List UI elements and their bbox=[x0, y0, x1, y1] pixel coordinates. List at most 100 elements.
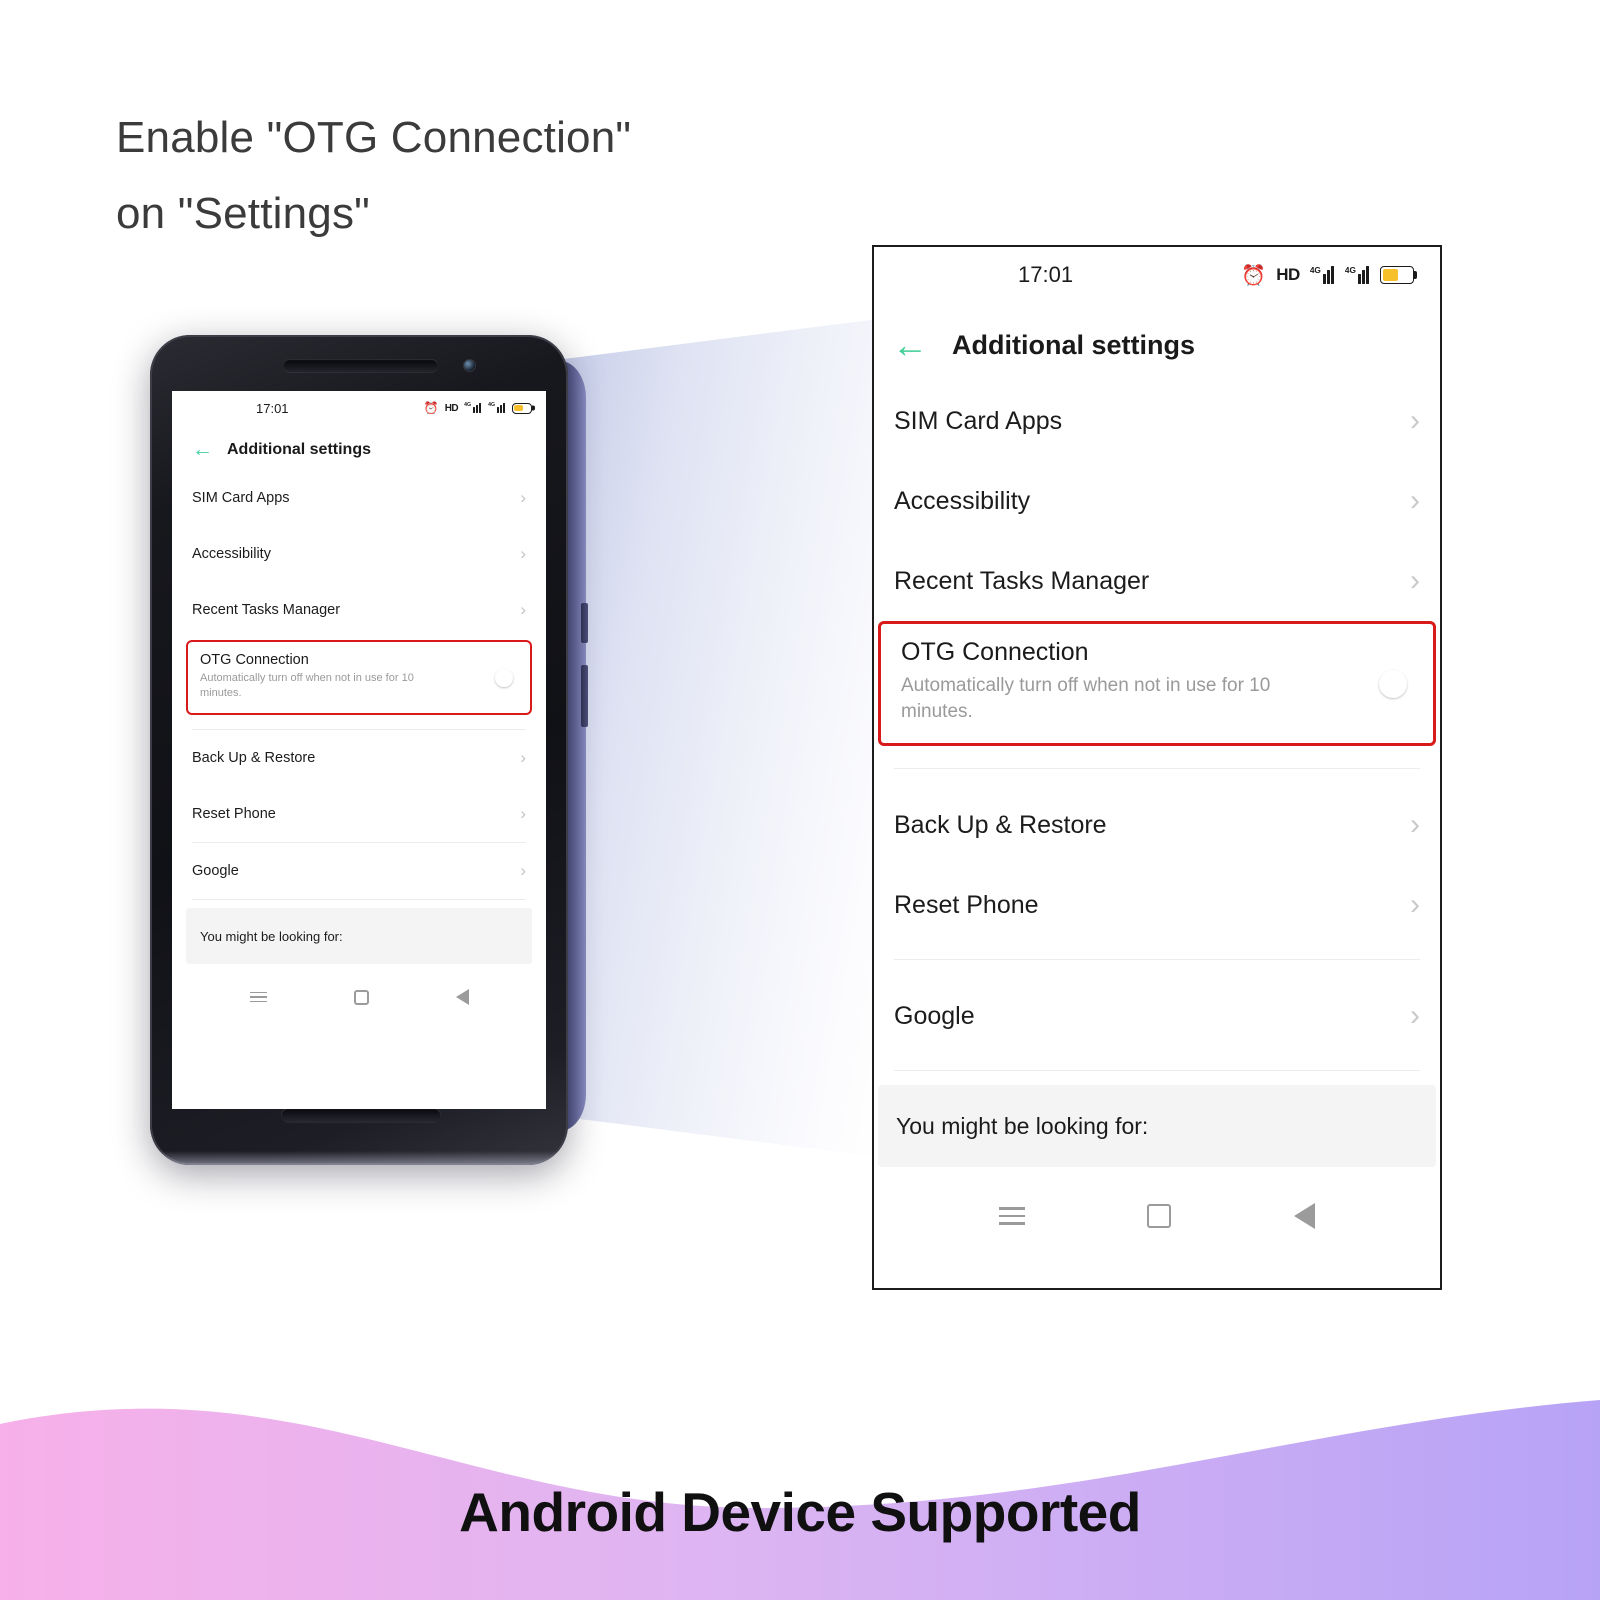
chevron-right-icon: › bbox=[1410, 484, 1420, 517]
list-item-label: Google bbox=[192, 863, 239, 879]
list-item[interactable]: SIM Card Apps › bbox=[874, 381, 1440, 461]
signal-bars-sim1-icon: 4G bbox=[464, 402, 482, 413]
list-item-label: Reset Phone bbox=[192, 806, 276, 822]
page-title-line-2: on "Settings" bbox=[116, 189, 370, 238]
toggle-knob bbox=[495, 668, 513, 687]
list-item[interactable]: Recent Tasks Manager › bbox=[172, 582, 546, 638]
suggestions-banner: You might be looking for: bbox=[186, 908, 532, 964]
signal-sim2-net-label: 4G bbox=[1344, 265, 1356, 275]
list-item[interactable]: Back Up & Restore › bbox=[172, 730, 546, 786]
home-square-icon[interactable] bbox=[353, 989, 369, 1005]
earpiece-speaker-icon bbox=[283, 359, 438, 372]
alarm-clock-icon: ⏰ bbox=[423, 401, 439, 415]
list-item-label: Back Up & Restore bbox=[192, 750, 316, 766]
list-item[interactable]: Reset Phone › bbox=[172, 786, 546, 842]
home-square-icon[interactable] bbox=[1147, 1204, 1172, 1228]
back-arrow-icon[interactable]: ← bbox=[192, 439, 213, 460]
list-item-label: Accessibility bbox=[894, 486, 1031, 515]
hd-volte-icon: HD bbox=[1276, 265, 1300, 284]
recents-menu-icon[interactable] bbox=[249, 989, 267, 1006]
system-navigation-bar bbox=[172, 974, 546, 1020]
list-item[interactable]: Recent Tasks Manager › bbox=[874, 541, 1440, 621]
list-item-label: Recent Tasks Manager bbox=[192, 602, 341, 618]
list-item[interactable]: Reset Phone › bbox=[874, 865, 1440, 945]
list-item-label: Google bbox=[894, 1001, 975, 1030]
list-item[interactable]: Google › bbox=[874, 976, 1440, 1056]
otg-highlight-wrapper: OTG Connection Automatically turn off wh… bbox=[874, 621, 1440, 746]
chevron-right-icon: › bbox=[520, 804, 526, 823]
status-bar-icons: ⏰ HD 4G 4G bbox=[424, 401, 532, 415]
list-item-label: Back Up & Restore bbox=[894, 810, 1107, 839]
zoomed-settings-panel: 17:01 ⏰ HD 4G 4G ← Additional settings S… bbox=[872, 245, 1442, 1290]
poster-canvas: Enable "OTG Connection" on "Settings" 17… bbox=[0, 0, 1600, 1600]
list-item-label: Reset Phone bbox=[894, 890, 1039, 919]
list-item-label: SIM Card Apps bbox=[192, 490, 290, 506]
volume-button[interactable] bbox=[581, 665, 588, 727]
otg-title: OTG Connection bbox=[901, 638, 1089, 666]
section-divider bbox=[894, 959, 1420, 960]
screen-title: Additional settings bbox=[952, 329, 1195, 360]
bottom-speaker-icon bbox=[281, 1108, 441, 1123]
otg-subtitle: Automatically turn off when not in use f… bbox=[200, 672, 414, 699]
hd-volte-icon: HD bbox=[444, 402, 459, 414]
chevron-right-icon: › bbox=[1410, 808, 1420, 841]
list-item[interactable]: Accessibility › bbox=[874, 461, 1440, 541]
suggestions-banner: You might be looking for: bbox=[878, 1085, 1436, 1167]
back-triangle-icon[interactable] bbox=[1293, 1203, 1315, 1229]
section-divider bbox=[192, 899, 526, 900]
status-bar: 17:01 ⏰ HD 4G 4G bbox=[172, 391, 546, 425]
toggle-knob bbox=[1379, 669, 1407, 698]
phone-top-bezel bbox=[150, 335, 568, 391]
otg-subtitle: Automatically turn off when not in use f… bbox=[901, 675, 1271, 722]
list-item[interactable]: SIM Card Apps › bbox=[172, 470, 546, 526]
chevron-right-icon: › bbox=[1410, 404, 1420, 437]
signal-sim2-net-label: 4G bbox=[488, 402, 495, 408]
list-item[interactable]: Back Up & Restore › bbox=[874, 785, 1440, 865]
back-arrow-icon[interactable]: ← bbox=[892, 327, 928, 363]
back-triangle-icon[interactable] bbox=[455, 989, 469, 1005]
list-item-label: SIM Card Apps bbox=[894, 406, 1063, 435]
signal-bars-sim2-icon: 4G bbox=[488, 402, 506, 413]
screen-title: Additional settings bbox=[227, 440, 371, 458]
list-item-label: Recent Tasks Manager bbox=[894, 566, 1150, 595]
page-title-line-1: Enable "OTG Connection" bbox=[116, 113, 632, 162]
alarm-clock-icon: ⏰ bbox=[1241, 264, 1267, 287]
battery-icon bbox=[1380, 266, 1414, 284]
otg-connection-row[interactable]: OTG Connection Automatically turn off wh… bbox=[186, 640, 532, 715]
signal-sim1-net-label: 4G bbox=[1309, 265, 1321, 275]
phone-body: 17:01 ⏰ HD 4G 4G ← Additional settings S… bbox=[150, 335, 568, 1165]
suggestions-label: You might be looking for: bbox=[896, 1112, 1149, 1139]
signal-sim1-net-label: 4G bbox=[464, 402, 472, 408]
screen-header: ← Additional settings bbox=[172, 425, 546, 470]
signal-bars-sim2-icon: 4G bbox=[1345, 266, 1370, 284]
projection-beam bbox=[556, 318, 886, 1158]
system-navigation-bar bbox=[874, 1181, 1440, 1251]
list-item[interactable]: Google › bbox=[172, 843, 546, 899]
otg-connection-row[interactable]: OTG Connection Automatically turn off wh… bbox=[878, 621, 1436, 746]
chevron-right-icon: › bbox=[1410, 564, 1420, 597]
section-divider bbox=[894, 768, 1420, 769]
otg-highlight-wrapper: OTG Connection Automatically turn off wh… bbox=[172, 640, 546, 715]
status-bar-icons: ⏰ HD 4G 4G bbox=[1241, 263, 1414, 288]
suggestions-label: You might be looking for: bbox=[200, 928, 343, 944]
status-bar-time: 17:01 bbox=[1018, 262, 1074, 287]
chevron-right-icon: › bbox=[520, 488, 526, 507]
screen-header: ← Additional settings bbox=[874, 303, 1440, 381]
list-item-label: Accessibility bbox=[192, 546, 271, 562]
bottom-wave-banner bbox=[0, 1400, 1600, 1600]
chevron-right-icon: › bbox=[520, 748, 526, 767]
battery-icon bbox=[512, 402, 532, 414]
power-button[interactable] bbox=[581, 603, 588, 643]
phone-screen: 17:01 ⏰ HD 4G 4G ← Additional settings S… bbox=[172, 391, 546, 1109]
chevron-right-icon: › bbox=[520, 600, 526, 619]
chevron-right-icon: › bbox=[520, 861, 526, 880]
recents-menu-icon[interactable] bbox=[999, 1202, 1026, 1229]
signal-bars-sim1-icon: 4G bbox=[1310, 266, 1335, 284]
status-bar: 17:01 ⏰ HD 4G 4G bbox=[874, 247, 1440, 303]
banner-caption: Android Device Supported bbox=[459, 1481, 1141, 1543]
list-item[interactable]: Accessibility › bbox=[172, 526, 546, 582]
chevron-right-icon: › bbox=[1410, 888, 1420, 921]
section-divider bbox=[894, 1070, 1420, 1071]
front-camera-icon bbox=[464, 360, 475, 371]
status-bar-time: 17:01 bbox=[256, 400, 289, 416]
